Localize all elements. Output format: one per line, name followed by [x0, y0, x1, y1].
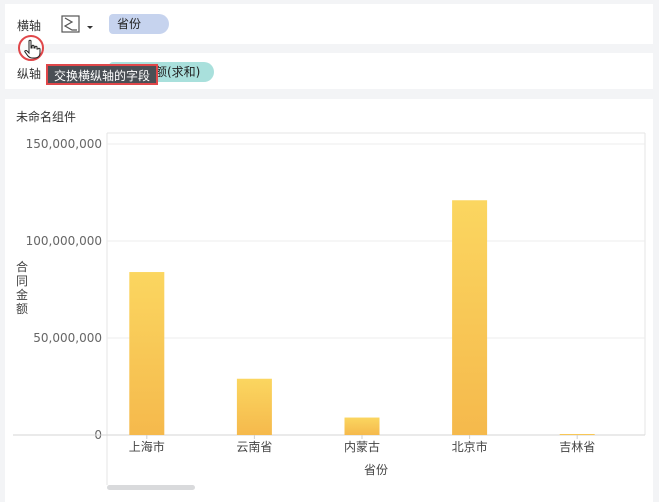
- chart-type-icon: [61, 15, 93, 33]
- swap-axes-tooltip: 交换横纵轴的字段: [46, 64, 159, 85]
- bar-2: [344, 417, 380, 435]
- bar-chart: 050,000,000100,000,000150,000,000上海市 云南省内…: [13, 132, 646, 485]
- y-tick-label: 50,000,000: [33, 331, 102, 345]
- bar-1: [236, 378, 272, 435]
- chart-component: 未命名组件 0 50,000,000 100,000,000 150,000,000 上…: [5, 99, 653, 502]
- x-axis-row: 横轴 省份: [5, 4, 653, 44]
- x-axis-field-pill[interactable]: 省份: [109, 14, 169, 34]
- x-tick-label: 北京市: [452, 439, 488, 454]
- y-axis-title-char: 额: [16, 302, 28, 316]
- y-axis-title-char: 同: [16, 274, 28, 288]
- y-axis-title-char: 金: [16, 287, 28, 302]
- hand-cursor-icon: [24, 39, 41, 59]
- swap-axes-button[interactable]: [18, 35, 44, 61]
- y-axis-label: 纵轴: [17, 67, 42, 81]
- bar-0: [129, 272, 165, 435]
- x-tick-label: 内蒙古: [344, 439, 380, 454]
- y-tick-label: 150,000,000: [26, 137, 102, 151]
- x-axis-title: 省份: [364, 463, 388, 477]
- x-tick-label: 上海市: [129, 439, 165, 454]
- y-tick-label: 100,000,000: [26, 234, 102, 248]
- x-tick-label: 云南省: [236, 439, 272, 454]
- bar-3: [452, 200, 488, 435]
- horizontal-scrollbar[interactable]: [107, 485, 195, 490]
- y-axis-title-char: 合: [16, 259, 28, 274]
- x-tick-label: 吉林省: [559, 440, 595, 454]
- bar-4: [559, 434, 595, 435]
- x-axis-label: 横轴: [17, 19, 42, 33]
- chevron-down-icon: [87, 26, 93, 29]
- chart-type-button[interactable]: [59, 13, 99, 37]
